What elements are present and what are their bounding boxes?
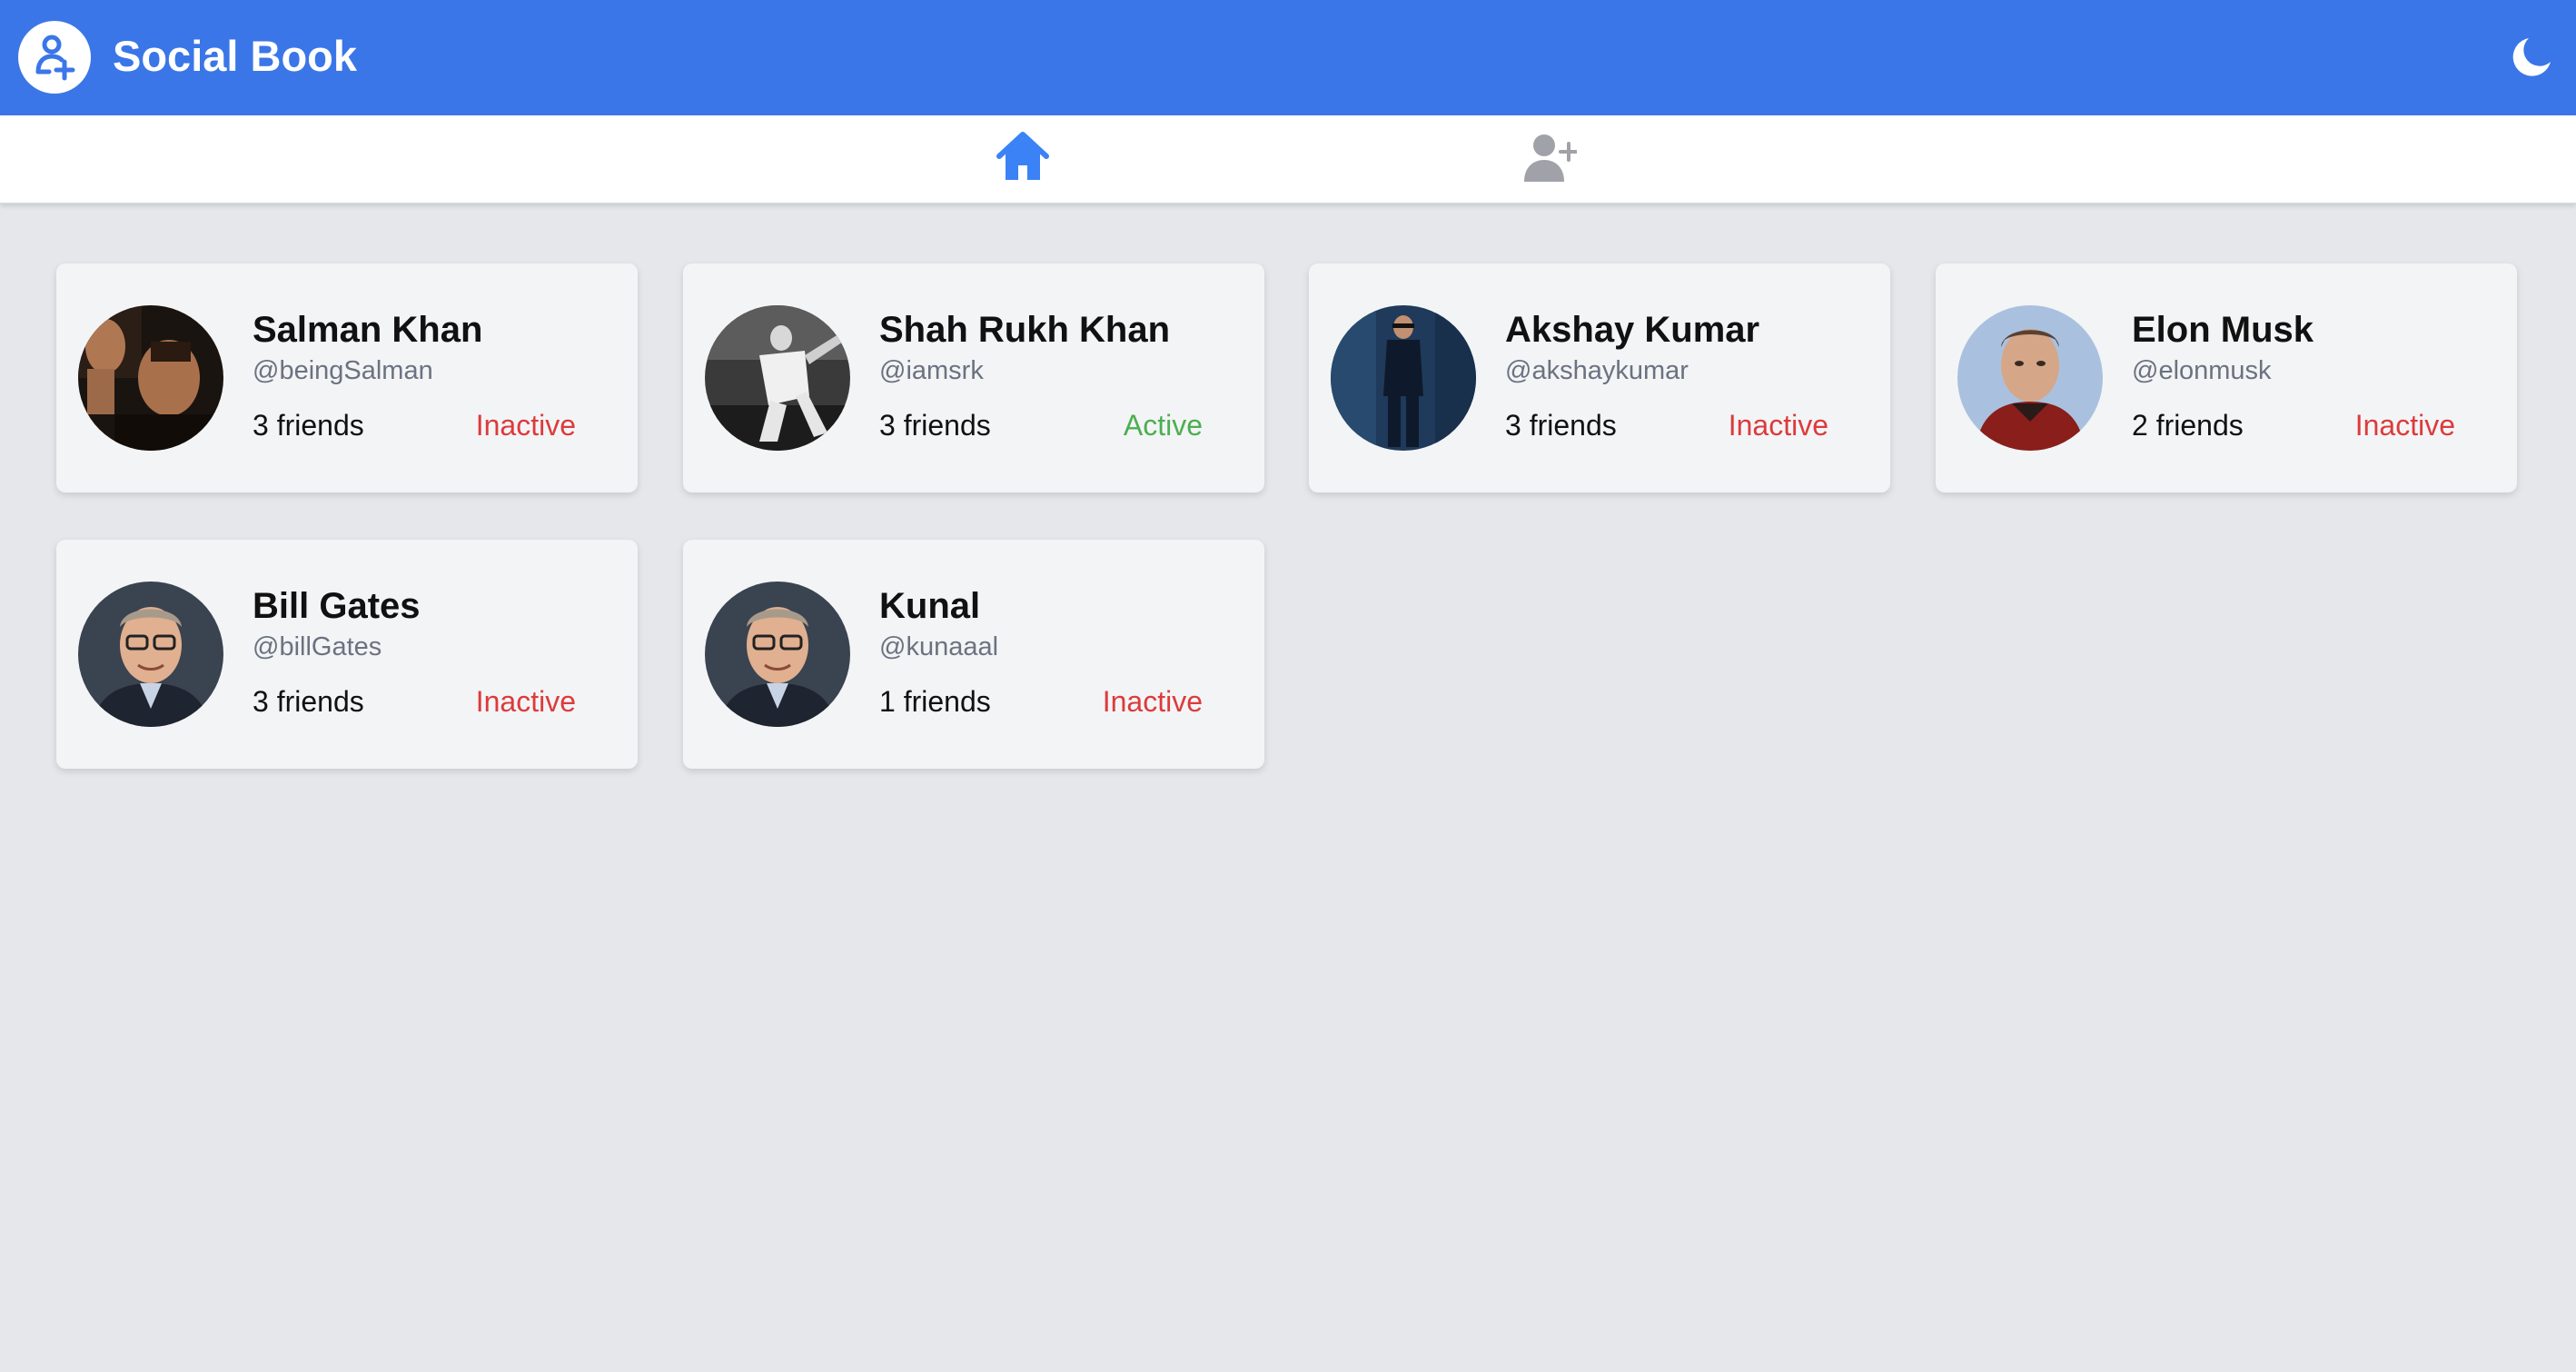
friends-count: 3 friends: [253, 685, 364, 718]
app-title: Social Book: [113, 32, 358, 80]
avatar: [705, 305, 850, 451]
status-badge: Inactive: [475, 409, 576, 442]
user-plus-icon[interactable]: [18, 21, 91, 94]
tab-bar: [0, 115, 2576, 204]
friends-count: 3 friends: [253, 409, 364, 442]
user-handle: @beingSalman: [253, 356, 433, 385]
user-card[interactable]: Shah Rukh Khan @iamsrk 3 friends Active: [683, 263, 1264, 492]
user-name[interactable]: Kunal: [879, 583, 1252, 629]
user-handle: @billGates: [253, 632, 382, 661]
user-card[interactable]: Salman Khan @beingSalman 3 friends Inact…: [56, 263, 638, 492]
avatar: [78, 582, 223, 727]
user-name[interactable]: Bill Gates: [253, 583, 625, 629]
user-handle: @elonmusk: [2132, 356, 2272, 385]
status-badge: Inactive: [1102, 685, 1203, 718]
friends-count: 1 friends: [879, 685, 991, 718]
avatar: [1331, 305, 1476, 451]
user-card[interactable]: Akshay Kumar @akshaykumar 3 friends Inac…: [1309, 263, 1890, 492]
status-badge: Inactive: [2354, 409, 2455, 442]
friends-count: 2 friends: [2132, 409, 2244, 442]
user-card[interactable]: Elon Musk @elonmusk 2 friends Inactive: [1936, 263, 2517, 492]
user-plus-icon: [1524, 134, 1577, 182]
avatar: [1957, 305, 2103, 451]
user-handle: @kunaaal: [879, 632, 999, 661]
user-card[interactable]: Kunal @kunaaal 1 friends Inactive: [683, 540, 1264, 769]
user-name[interactable]: Salman Khan: [253, 307, 625, 353]
user-card[interactable]: Bill Gates @billGates 3 friends Inactive: [56, 540, 638, 769]
app-header: Social Book: [0, 0, 2576, 115]
friends-count: 3 friends: [1505, 409, 1617, 442]
status-badge: Inactive: [1728, 409, 1828, 442]
status-badge: Active: [1123, 409, 1203, 442]
user-handle: @iamsrk: [879, 356, 984, 385]
user-name[interactable]: Akshay Kumar: [1505, 307, 1878, 353]
user-handle: @akshaykumar: [1505, 356, 1689, 385]
friends-count: 3 friends: [879, 409, 991, 442]
avatar: [78, 305, 223, 451]
user-name[interactable]: Shah Rukh Khan: [879, 307, 1252, 353]
home-icon: [996, 132, 1049, 180]
tab-add-friend[interactable]: [1519, 126, 1580, 188]
moon-icon[interactable]: [2509, 35, 2554, 80]
user-name[interactable]: Elon Musk: [2132, 307, 2504, 353]
status-badge: Inactive: [475, 685, 576, 718]
tab-home[interactable]: [992, 126, 1054, 188]
avatar: [705, 582, 850, 727]
